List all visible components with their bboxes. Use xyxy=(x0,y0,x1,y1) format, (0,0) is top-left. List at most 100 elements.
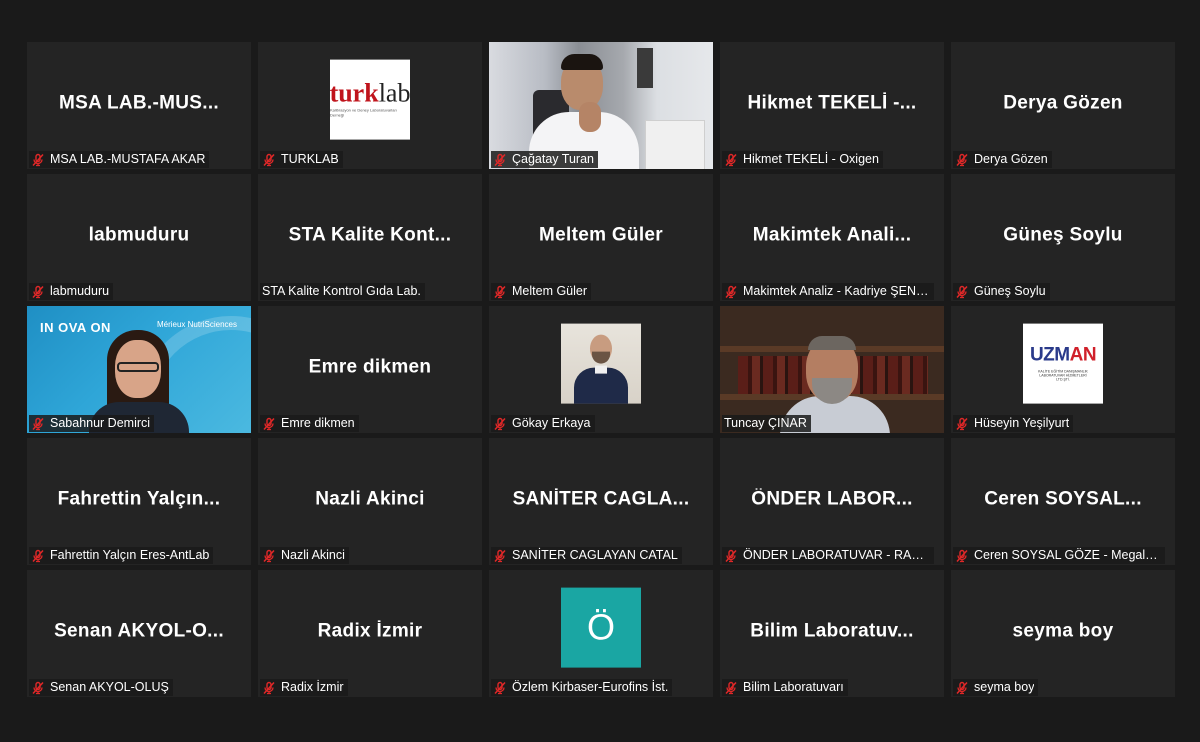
mic-muted-icon xyxy=(494,285,506,298)
mic-muted-icon xyxy=(494,549,506,562)
participant-tile[interactable]: Gökay Erkaya xyxy=(489,306,713,433)
participant-name-label: Gökay Erkaya xyxy=(491,415,595,432)
participant-display-name: Meltem Güler xyxy=(539,223,663,245)
participant-display-name: Fahrettin Yalçın... xyxy=(57,487,221,509)
participant-tile[interactable]: ÖNDER LABOR... ÖNDER LABORATUVAR - RAHMA… xyxy=(720,438,944,565)
participant-name-label: Hikmet TEKELİ - Oxigen xyxy=(722,151,883,168)
participant-tile[interactable]: Radix İzmir Radix İzmir xyxy=(258,570,482,697)
participant-tile[interactable]: Meltem Güler Meltem Güler xyxy=(489,174,713,301)
mic-muted-icon xyxy=(263,417,275,430)
participant-name-label: STA Kalite Kontrol Gıda Lab. xyxy=(260,283,425,300)
participant-tile[interactable]: Güneş Soylu Güneş Soylu xyxy=(951,174,1175,301)
mic-muted-icon xyxy=(263,681,275,694)
mic-muted-icon xyxy=(725,681,737,694)
participant-name-label: SANİTER CAGLAYAN CATAL xyxy=(491,547,682,564)
participant-tile[interactable]: Makimtek Anali... Makimtek Analiz - Kadr… xyxy=(720,174,944,301)
participant-tile[interactable]: Derya Gözen Derya Gözen xyxy=(951,42,1175,169)
uzman-logo: UZMAN KALİTE EĞİTİM DANIŞMANLIK LABORATU… xyxy=(1023,323,1103,404)
participant-tile[interactable]: seyma boy seyma boy xyxy=(951,570,1175,697)
mic-muted-icon xyxy=(956,285,968,298)
participant-tile[interactable]: Hikmet TEKELİ -... Hikmet TEKELİ - Oxige… xyxy=(720,42,944,169)
participant-tile[interactable]: Emre dikmen Emre dikmen xyxy=(258,306,482,433)
merieux-logo: Mérieux NutriSciences xyxy=(156,320,237,329)
participant-name-label: Hüseyin Yeşilyurt xyxy=(953,415,1074,432)
mic-muted-icon xyxy=(494,417,506,430)
participant-display-name: seyma boy xyxy=(1012,619,1114,641)
participant-tile[interactable]: UZMAN KALİTE EĞİTİM DANIŞMANLIK LABORATU… xyxy=(951,306,1175,433)
mic-muted-icon xyxy=(32,417,44,430)
participant-tile[interactable]: Nazli Akinci Nazli Akinci xyxy=(258,438,482,565)
participant-display-name: Derya Gözen xyxy=(1003,91,1123,113)
participant-tile[interactable]: labmuduru labmuduru xyxy=(27,174,251,301)
participant-name-label: Güneş Soylu xyxy=(953,283,1050,300)
participant-tile[interactable]: Senan AKYOL-O... Senan AKYOL-OLUŞ xyxy=(27,570,251,697)
mic-muted-icon xyxy=(494,153,506,166)
video-feed xyxy=(720,306,944,433)
participant-tile[interactable]: Ceren SOYSAL... Ceren SOYSAL GÖZE - Mega… xyxy=(951,438,1175,565)
mic-muted-icon xyxy=(956,681,968,694)
participant-name-label: Makimtek Analiz - Kadriye ŞENER xyxy=(722,283,934,300)
participant-video-tile[interactable]: IN OVA ON Mérieux NutriSciences Sabahnur… xyxy=(27,306,251,433)
profile-photo xyxy=(561,323,641,404)
video-feed: IN OVA ON Mérieux NutriSciences xyxy=(27,306,251,433)
active-speaker-video-tile[interactable]: Tuncay ÇINAR xyxy=(720,306,944,433)
mic-muted-icon xyxy=(32,285,44,298)
mic-muted-icon xyxy=(32,549,44,562)
mic-muted-icon xyxy=(956,549,968,562)
participant-tile[interactable]: turklab Kalibrasyon ve Deney Laboratuvar… xyxy=(258,42,482,169)
participant-name-label: Senan AKYOL-OLUŞ xyxy=(29,679,173,696)
participant-tile[interactable]: STA Kalite Kont... STA Kalite Kontrol Gı… xyxy=(258,174,482,301)
participant-tile[interactable]: Ö Özlem Kirbaser-Eurofins İst. xyxy=(489,570,713,697)
participant-display-name: Makimtek Anali... xyxy=(752,223,912,245)
participant-tile[interactable]: MSA LAB.-MUS... MSA LAB.-MUSTAFA AKAR xyxy=(27,42,251,169)
participant-tile[interactable]: SANİTER CAGLA... SANİTER CAGLAYAN CATAL xyxy=(489,438,713,565)
mic-muted-icon xyxy=(725,153,737,166)
participant-grid: MSA LAB.-MUS... MSA LAB.-MUSTAFA AKAR tu… xyxy=(27,42,1175,699)
participant-tile[interactable]: Fahrettin Yalçın... Fahrettin Yalçın Ere… xyxy=(27,438,251,565)
participant-name-label: Ceren SOYSAL GÖZE - Megalab M... xyxy=(953,547,1165,564)
mic-muted-icon xyxy=(32,153,44,166)
participant-name-label: MSA LAB.-MUSTAFA AKAR xyxy=(29,151,210,168)
turklab-logo: turklab Kalibrasyon ve Deney Laboratuvar… xyxy=(330,59,410,140)
mic-muted-icon xyxy=(956,153,968,166)
participant-name-label: Derya Gözen xyxy=(953,151,1052,168)
participant-name-label: TURKLAB xyxy=(260,151,343,168)
participant-name-label: Meltem Güler xyxy=(491,283,592,300)
participant-display-name: STA Kalite Kont... xyxy=(288,223,452,245)
participant-tile[interactable]: Bilim Laboratuv... Bilim Laboratuvarı xyxy=(720,570,944,697)
participant-name-label: Tuncay ÇINAR xyxy=(722,415,811,432)
video-feed xyxy=(489,42,713,169)
participant-name-label: Emre dikmen xyxy=(260,415,359,432)
participant-name-label: Radix İzmir xyxy=(260,679,348,696)
participant-name-label: Çağatay Turan xyxy=(491,151,598,168)
participant-display-name: Hikmet TEKELİ -... xyxy=(747,91,917,113)
participant-display-name: ÖNDER LABOR... xyxy=(751,487,913,509)
participant-name-label: Sabahnur Demirci xyxy=(29,415,155,432)
mic-muted-icon xyxy=(263,549,275,562)
participant-display-name: Emre dikmen xyxy=(308,355,432,377)
mic-muted-icon xyxy=(725,549,737,562)
participant-display-name: Güneş Soylu xyxy=(1003,223,1123,245)
participant-name-label: Bilim Laboratuvarı xyxy=(722,679,848,696)
participant-name-label: Fahrettin Yalçın Eres-AntLab xyxy=(29,547,214,564)
mic-muted-icon xyxy=(956,417,968,430)
mic-muted-icon xyxy=(725,285,737,298)
innovation-banner-text: IN OVA ON xyxy=(40,320,111,335)
participant-video-tile[interactable]: Çağatay Turan xyxy=(489,42,713,169)
mic-muted-icon xyxy=(263,153,275,166)
participant-display-name: SANİTER CAGLA... xyxy=(512,487,690,509)
participant-display-name: Senan AKYOL-O... xyxy=(54,619,224,641)
participant-display-name: labmuduru xyxy=(88,223,190,245)
participant-name-label: seyma boy xyxy=(953,679,1039,696)
participant-display-name: MSA LAB.-MUS... xyxy=(58,91,219,113)
participant-name-label: labmuduru xyxy=(29,283,114,300)
mic-muted-icon xyxy=(494,681,506,694)
participant-display-name: Ceren SOYSAL... xyxy=(984,487,1142,509)
participant-display-name: Radix İzmir xyxy=(317,619,423,641)
participant-display-name: Bilim Laboratuv... xyxy=(750,619,914,641)
participant-name-label: ÖNDER LABORATUVAR - RAHMA... xyxy=(722,547,934,564)
participant-name-label: Nazli Akinci xyxy=(260,547,349,564)
avatar: Ö xyxy=(561,587,641,668)
participant-name-label: Özlem Kirbaser-Eurofins İst. xyxy=(491,679,673,696)
mic-muted-icon xyxy=(32,681,44,694)
